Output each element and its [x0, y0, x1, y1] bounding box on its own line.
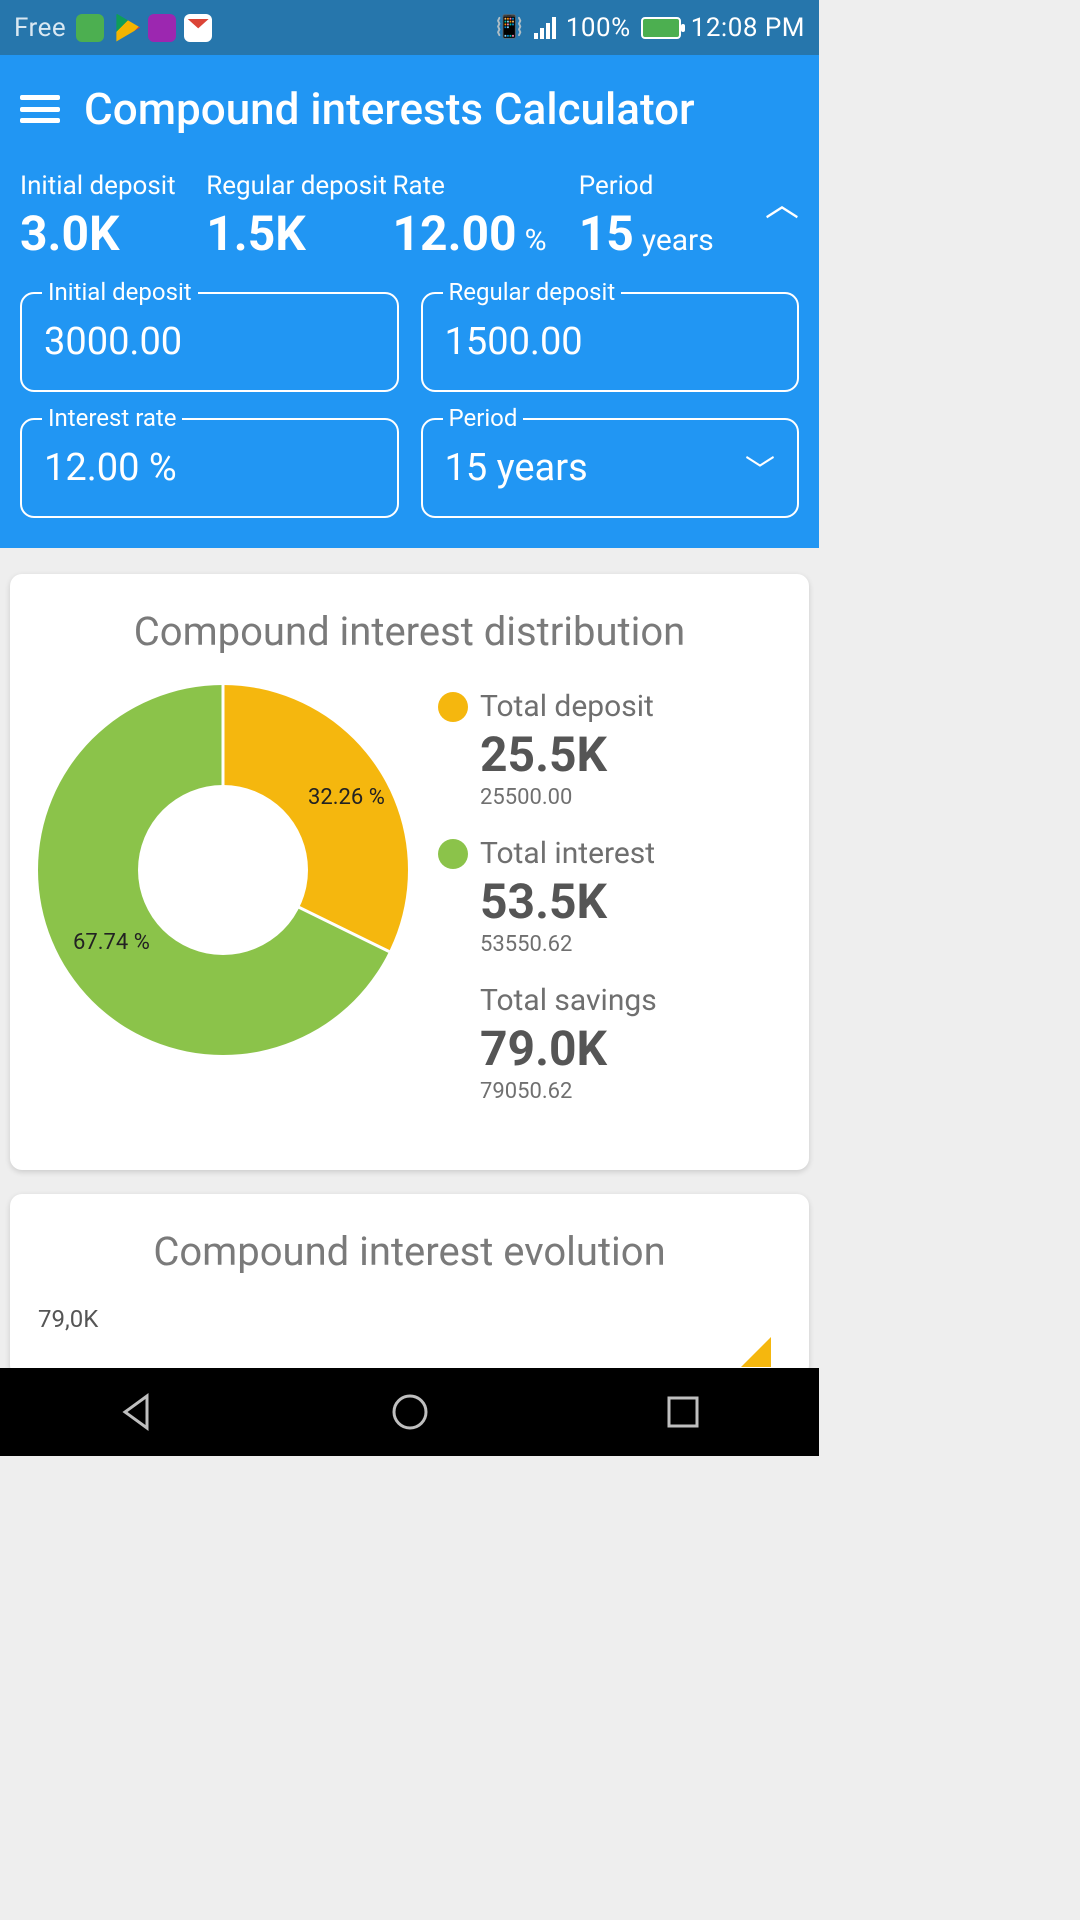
summary-value: 3.0K: [20, 205, 120, 262]
summary-unit: %: [525, 223, 547, 258]
evolution-card: Compound interest evolution 79,0K: [10, 1194, 809, 1377]
carrier-label: Free: [14, 13, 66, 43]
field-label: Initial deposit: [42, 278, 198, 306]
legend-big-value: 53.5K: [480, 873, 781, 930]
legend-dot-spacer: [438, 986, 468, 1016]
field-value: 1500.00: [445, 320, 583, 364]
summary-value: 1.5K: [206, 205, 306, 262]
chevron-down-icon: ﹀: [745, 446, 775, 490]
summary-label: Rate: [393, 171, 579, 201]
play-store-icon: [112, 14, 140, 42]
field-label: Regular deposit: [443, 278, 622, 306]
summary-value: 12.00: [393, 205, 517, 262]
battery-icon: [641, 17, 681, 39]
distribution-title: Compound interest distribution: [38, 608, 781, 655]
back-button[interactable]: [115, 1390, 159, 1434]
interest-rate-field[interactable]: Interest rate 12.00 %: [20, 418, 399, 518]
notification-icon: [76, 14, 104, 42]
legend-total-savings: Total savings 79.0K 79050.62: [438, 983, 781, 1104]
legend-small-value: 53550.62: [480, 932, 781, 957]
signal-icon: [534, 17, 556, 39]
chevron-up-icon[interactable]: ︿: [765, 171, 799, 226]
battery-percent: 100%: [566, 13, 631, 43]
recent-apps-button[interactable]: [661, 1390, 705, 1434]
gmail-icon: [184, 14, 212, 42]
slice-deposit-label: 32.26 %: [308, 785, 385, 810]
status-app-icons: [76, 14, 212, 42]
legend-big-value: 25.5K: [480, 726, 781, 783]
initial-deposit-field[interactable]: Initial deposit 3000.00: [20, 292, 399, 392]
period-field[interactable]: Period 15 years ﹀: [421, 418, 800, 518]
summary-period: Period 15years: [579, 171, 765, 262]
status-time: 12:08 PM: [691, 13, 805, 43]
legend-small-value: 79050.62: [480, 1079, 781, 1104]
page-title: Compound interests Calculator: [84, 83, 695, 135]
summary-initial-deposit: Initial deposit 3.0K: [20, 171, 206, 262]
summary-regular-deposit: Regular deposit 1.5K: [206, 171, 392, 262]
summary-rate: Rate 12.00%: [393, 171, 579, 262]
app-header: Compound interests Calculator Initial de…: [0, 55, 819, 548]
regular-deposit-field[interactable]: Regular deposit 1500.00: [421, 292, 800, 392]
vibrate-icon: 📳: [496, 15, 524, 40]
legend-dot-icon: [438, 839, 468, 869]
summary-label: Initial deposit: [20, 171, 206, 201]
distribution-card: Compound interest distribution 32.26 % 6…: [10, 574, 809, 1170]
field-label: Period: [443, 404, 524, 432]
slice-interest-label: 67.74 %: [73, 930, 150, 955]
legend-name: Total interest: [480, 836, 655, 871]
legend-total-interest: Total interest 53.5K 53550.62: [438, 836, 781, 957]
legend-name: Total deposit: [480, 689, 654, 724]
menu-icon[interactable]: [20, 95, 60, 123]
legend-name: Total savings: [480, 983, 657, 1018]
summary-value: 15: [579, 205, 634, 262]
field-value: 15 years: [445, 446, 588, 490]
home-button[interactable]: [388, 1390, 432, 1434]
summary-label: Period: [579, 171, 765, 201]
nav-bar: [0, 1368, 819, 1456]
gallery-icon: [148, 14, 176, 42]
field-label: Interest rate: [42, 404, 182, 432]
evolution-chart: [38, 1337, 781, 1367]
status-bar: Free 📳 100% 12:08 PM: [0, 0, 819, 55]
summary-row: Initial deposit 3.0K Regular deposit 1.5…: [20, 171, 799, 262]
field-value: 3000.00: [44, 320, 182, 364]
legend-big-value: 79.0K: [480, 1020, 781, 1077]
donut-chart: 32.26 % 67.74 %: [38, 685, 408, 1055]
legend-small-value: 25500.00: [480, 785, 781, 810]
summary-label: Regular deposit: [206, 171, 392, 201]
evolution-y-top-label: 79,0K: [38, 1305, 781, 1333]
summary-unit: years: [642, 223, 714, 258]
evolution-title: Compound interest evolution: [38, 1228, 781, 1275]
legend-dot-icon: [438, 692, 468, 722]
legend-total-deposit: Total deposit 25.5K 25500.00: [438, 689, 781, 810]
field-value: 12.00 %: [44, 446, 177, 490]
